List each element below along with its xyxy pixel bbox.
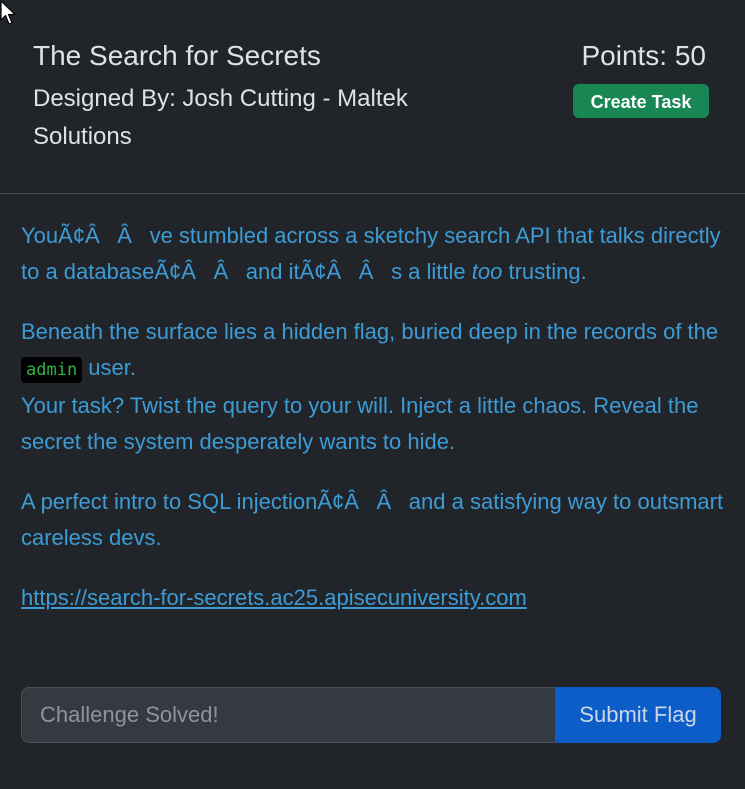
description-paragraph-task: Beneath the surface lies a hidden flag, … (21, 314, 726, 460)
challenge-description: YouÃ¢ÂÂve stumbled across a sketchy se… (21, 218, 726, 640)
challenge-title: The Search for Secrets (33, 40, 321, 71)
intro-text-start: YouÃ¢ÂÂve stumbled across a sketchy se… (21, 223, 721, 284)
submit-flag-button[interactable]: Submit Flag (555, 687, 721, 743)
designer-credit: Designed By: Josh Cutting - Maltek Solut… (33, 85, 408, 150)
intro-text-end: trusting. (502, 259, 587, 284)
description-paragraph-link: https://search-for-secrets.ac25.apisecun… (21, 580, 726, 616)
points-value: Points: 50 (581, 40, 706, 71)
challenge-card: The Search for Secrets Designed By: Josh… (0, 0, 745, 789)
intro-emphasis: too (471, 259, 503, 284)
admin-code: admin (21, 357, 83, 383)
create-task-button[interactable]: Create Task (573, 84, 709, 118)
flag-submit-form: Submit Flag (21, 687, 721, 743)
task-instructions: Your task? Twist the query to your will.… (21, 393, 699, 454)
description-paragraph-summary: A perfect intro to SQL injectionÃ¢ÂÂan… (21, 489, 724, 550)
challenge-url-link[interactable]: https://search-for-secrets.ac25.apisecun… (21, 585, 527, 610)
task-text-end: user. (82, 355, 136, 380)
flag-input[interactable] (21, 687, 555, 743)
task-text-start: Beneath the surface lies a hidden flag, … (21, 319, 719, 344)
card-header: The Search for Secrets Designed By: Josh… (0, 0, 745, 194)
description-paragraph-intro: YouÃ¢ÂÂve stumbled across a sketchy se… (21, 218, 726, 290)
